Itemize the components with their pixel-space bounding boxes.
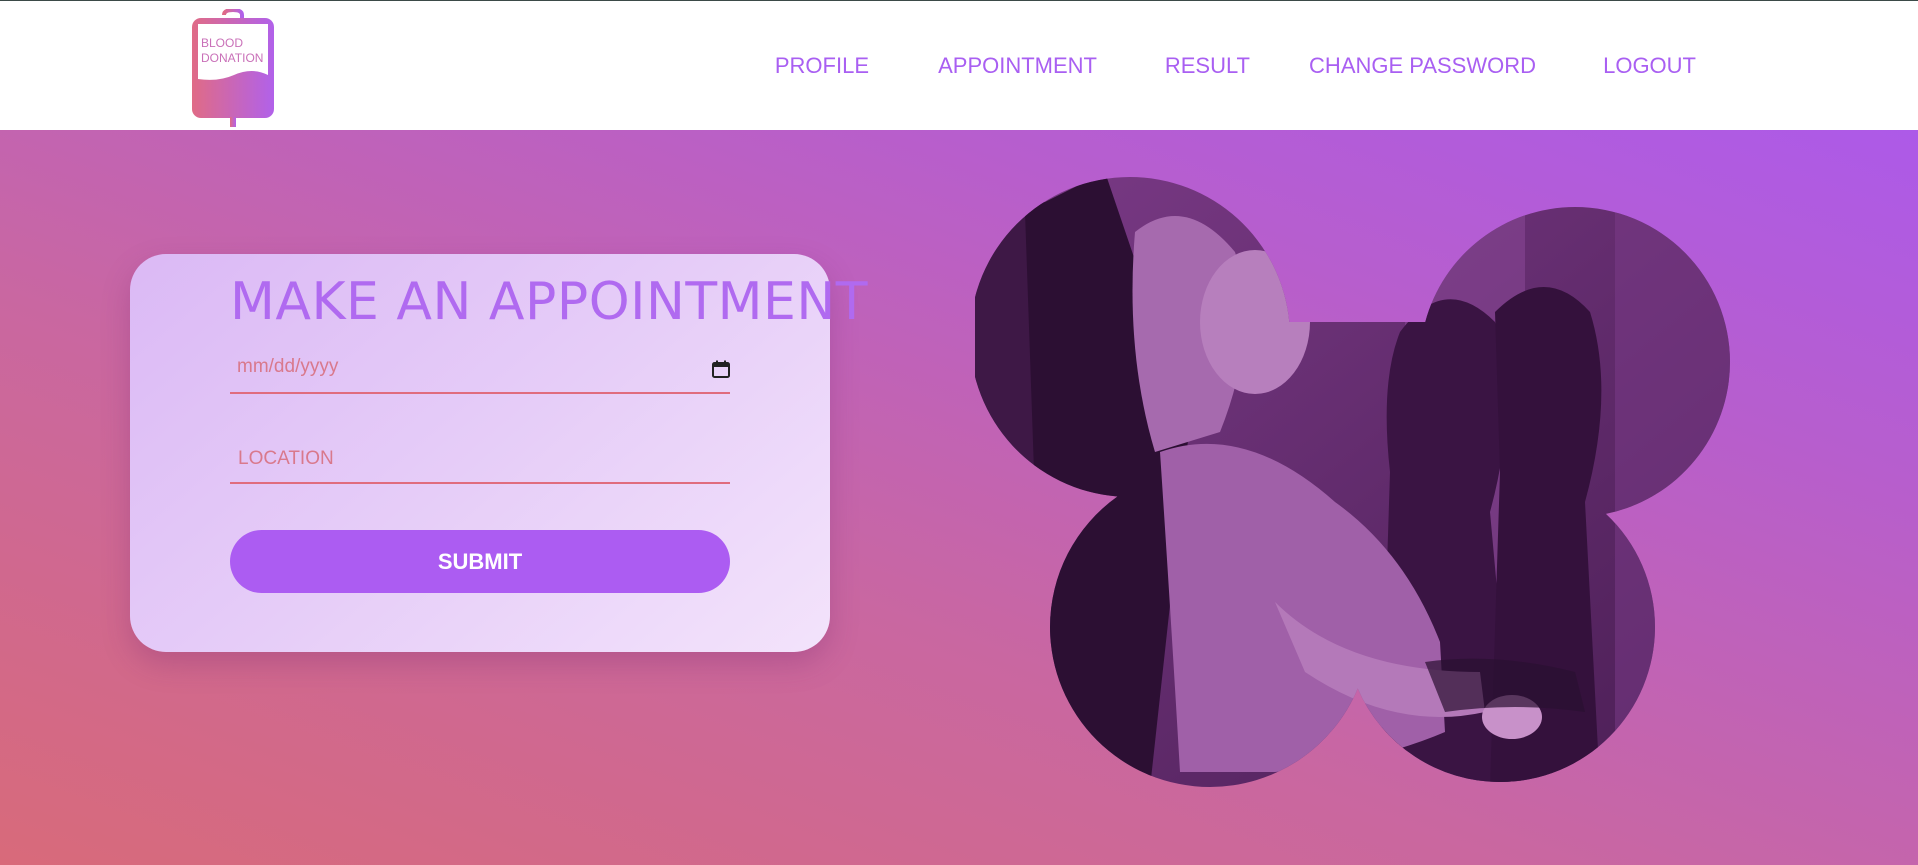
calendar-icon[interactable] <box>712 360 730 378</box>
logo-text-line2: DONATION <box>201 51 264 65</box>
date-placeholder: mm/dd/yyyy <box>237 356 339 377</box>
nav-result-link[interactable]: RESULT <box>1165 53 1250 79</box>
logo-text: BLOOD DONATION <box>201 36 263 66</box>
location-field[interactable] <box>230 436 730 484</box>
blood-bag-icon <box>192 9 274 127</box>
submit-button[interactable]: SUBMIT <box>230 530 730 593</box>
navbar: BLOOD DONATION PROFILE APPOINTMENT RESUL… <box>0 0 1918 130</box>
hero-section: MAKE AN APPOINTMENT mm/dd/yyyy SUBMIT <box>0 130 1918 865</box>
blood-bag-logo[interactable]: BLOOD DONATION <box>190 9 276 127</box>
logo-text-line1: BLOOD <box>201 36 244 50</box>
nav-appointment-link[interactable]: APPOINTMENT <box>938 53 1097 79</box>
date-field[interactable]: mm/dd/yyyy <box>230 346 730 394</box>
nav-profile-link[interactable]: PROFILE <box>775 53 869 79</box>
form-title: MAKE AN APPOINTMENT <box>230 272 869 332</box>
blood-donor-photo <box>975 177 1730 787</box>
appointment-form-card: MAKE AN APPOINTMENT mm/dd/yyyy SUBMIT <box>130 254 868 652</box>
location-input[interactable] <box>230 436 730 482</box>
nav-logout-link[interactable]: LOGOUT <box>1603 53 1696 79</box>
nav-change-password-link[interactable]: CHANGE PASSWORD <box>1309 53 1536 79</box>
